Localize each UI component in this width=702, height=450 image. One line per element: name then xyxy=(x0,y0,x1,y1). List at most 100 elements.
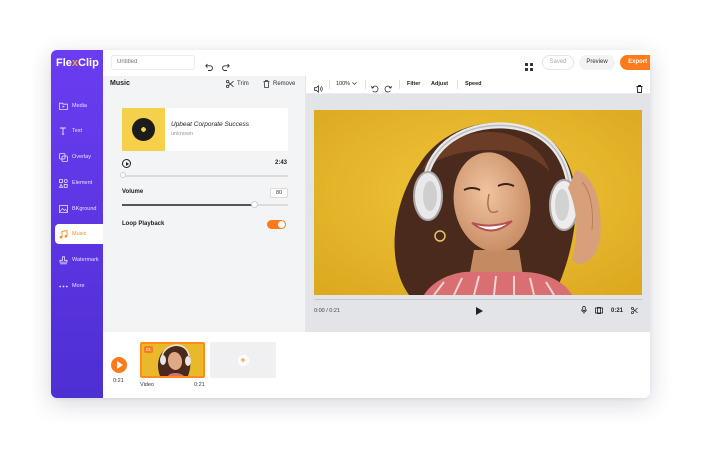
folder-icon xyxy=(58,101,68,111)
volume-label: Volume xyxy=(122,189,144,195)
video-total-time: 0:21 xyxy=(611,308,624,314)
album-cover xyxy=(122,108,165,151)
volume-slider[interactable] xyxy=(122,204,288,206)
sidebar-item-label: Music xyxy=(72,231,87,237)
track-artist: unknown xyxy=(171,131,194,137)
watermark-icon xyxy=(58,255,68,265)
toolbar-divider xyxy=(365,80,366,89)
speaker-icon[interactable] xyxy=(314,80,323,98)
panel-title: Music xyxy=(110,80,130,87)
sidebar: FlexClip Media Text Overlay Element BKgr… xyxy=(51,50,103,398)
loop-playback-label: Loop Playback xyxy=(122,221,165,227)
arrow-right-icon: → xyxy=(649,59,650,65)
volume-slider-handle[interactable] xyxy=(251,201,259,208)
logo-text-prefix: Fle xyxy=(56,57,72,69)
top-toolbar: Saved Preview Export → xyxy=(103,50,650,77)
logo-text-suffix: Clip xyxy=(78,57,99,69)
aspect-ratio-icon[interactable] xyxy=(595,306,603,316)
preview-area: 100% Filter Adjust Speed 0:00 / 0:21 0:2… xyxy=(306,76,650,332)
video-preview[interactable] xyxy=(314,110,642,295)
video-time-display: 0:00 / 0:21 xyxy=(314,308,340,314)
video-controls-right: 0:21 xyxy=(581,306,638,316)
music-progress-track[interactable] xyxy=(122,175,288,177)
filter-button[interactable]: Filter xyxy=(407,81,420,87)
project-title-input[interactable] xyxy=(111,55,195,70)
rotate-right-icon[interactable] xyxy=(384,80,392,98)
track-title: Upbeat Corporate Success xyxy=(171,121,250,128)
more-icon xyxy=(58,281,68,291)
undo-icon[interactable] xyxy=(205,58,214,76)
sidebar-item-label: BKground xyxy=(72,206,97,212)
chevron-down-icon xyxy=(351,82,357,85)
rotate-left-icon[interactable] xyxy=(371,80,379,98)
remove-label: Remove xyxy=(273,81,296,87)
remove-button[interactable]: Remove xyxy=(263,80,295,88)
timeline-play-button[interactable] xyxy=(111,357,127,373)
speed-button[interactable]: Speed xyxy=(465,81,482,87)
clip-number-badge: 01 xyxy=(144,346,153,353)
video-progress-track[interactable] xyxy=(314,299,642,300)
trash-icon xyxy=(263,80,270,88)
editor-window: FlexClip Media Text Overlay Element BKgr… xyxy=(51,50,650,398)
zoom-select[interactable]: 100% xyxy=(336,81,357,87)
overlay-icon xyxy=(58,152,68,162)
toolbar-divider xyxy=(329,80,330,89)
adjust-button[interactable]: Adjust xyxy=(431,81,448,87)
redo-icon[interactable] xyxy=(221,58,230,76)
flexclip-logo[interactable]: FlexClip xyxy=(56,57,99,69)
sidebar-item-element[interactable]: Element xyxy=(51,173,103,193)
plus-icon: + xyxy=(237,354,249,366)
clip-duration: 0:21 xyxy=(194,382,205,388)
sidebar-item-more[interactable]: More xyxy=(51,276,103,296)
toolbar-divider xyxy=(457,80,458,89)
vinyl-record-icon xyxy=(132,118,155,141)
loop-playback-toggle[interactable] xyxy=(267,220,286,229)
scissors-icon[interactable] xyxy=(631,306,638,316)
timeline: 0:21 01 Video 0:21 + xyxy=(103,332,650,398)
track-duration: 2:43 xyxy=(275,160,288,166)
clip-label: Video xyxy=(140,382,154,388)
sidebar-item-label: Overlay xyxy=(72,154,91,160)
sidebar-item-label: Text xyxy=(72,128,83,134)
preview-toolbar: 100% Filter Adjust Speed xyxy=(306,76,650,94)
sidebar-item-label: Media xyxy=(72,103,87,109)
sidebar-item-label: Watermark xyxy=(72,257,99,263)
sidebar-item-background[interactable]: BKground xyxy=(51,199,103,219)
export-button[interactable]: Export → xyxy=(620,55,650,70)
timeline-time: 0:21 xyxy=(113,378,124,384)
microphone-icon[interactable] xyxy=(581,306,587,316)
sidebar-item-overlay[interactable]: Overlay xyxy=(51,147,103,167)
grid-icon[interactable] xyxy=(525,58,533,76)
timeline-clip[interactable]: 01 xyxy=(140,342,205,378)
trash-icon[interactable] xyxy=(636,80,643,98)
video-play-button[interactable] xyxy=(476,307,483,315)
saved-status-button[interactable]: Saved xyxy=(542,55,574,70)
music-panel: Music Trim Remove Upbeat Corporate Succe… xyxy=(103,76,306,332)
export-button-label: Export xyxy=(628,59,648,65)
scissors-icon xyxy=(226,80,234,88)
add-clip-button[interactable]: + xyxy=(210,342,276,378)
toolbar-divider xyxy=(399,80,400,89)
music-play-button[interactable] xyxy=(122,159,131,168)
sidebar-item-text[interactable]: Text xyxy=(51,121,103,141)
trim-label: Trim xyxy=(237,81,249,87)
volume-slider-fill xyxy=(122,204,255,206)
preview-button[interactable]: Preview xyxy=(579,55,615,70)
sidebar-item-label: More xyxy=(72,283,85,289)
element-icon xyxy=(58,178,68,188)
sidebar-item-label: Element xyxy=(72,180,93,186)
sidebar-item-music[interactable]: Music xyxy=(55,224,103,244)
music-track-card[interactable]: Upbeat Corporate Success unknown xyxy=(122,108,288,151)
panel-header: Music Trim Remove xyxy=(103,76,305,94)
sidebar-item-media[interactable]: Media xyxy=(51,96,103,116)
video-frame-image xyxy=(314,110,642,295)
volume-value-input[interactable]: 80 xyxy=(270,188,288,198)
music-icon xyxy=(58,229,68,239)
text-icon xyxy=(58,126,68,136)
trim-button[interactable]: Trim xyxy=(226,80,249,88)
music-progress-handle[interactable] xyxy=(120,172,126,178)
background-icon xyxy=(58,204,68,214)
zoom-value: 100% xyxy=(336,81,351,87)
sidebar-item-watermark[interactable]: Watermark xyxy=(51,250,103,270)
page-background: FlexClip Media Text Overlay Element BKgr… xyxy=(0,0,702,450)
